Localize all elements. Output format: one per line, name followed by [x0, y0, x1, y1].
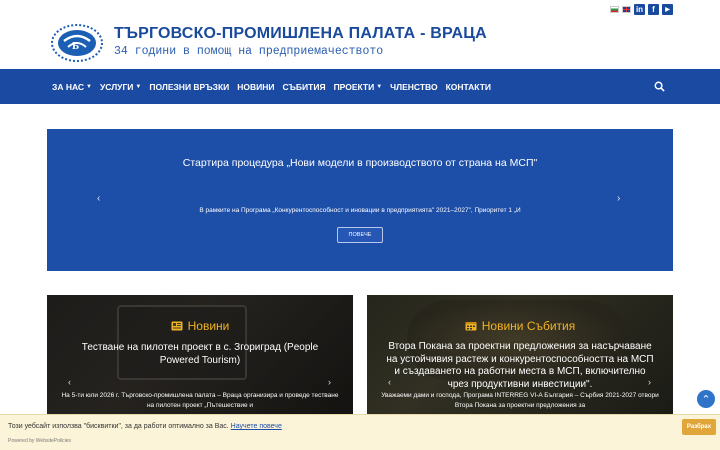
nav-item-membership[interactable]: ЧЛЕНСТВО — [390, 82, 437, 92]
flag-en-icon[interactable] — [622, 6, 631, 13]
nav-item-news[interactable]: НОВИНИ — [237, 82, 274, 92]
nav-item-contacts[interactable]: КОНТАКТИ — [446, 82, 491, 92]
accept-cookies-button[interactable]: Разбрах — [682, 419, 716, 435]
hero-slider: Стартира процедура „Нови модели в произв… — [47, 129, 673, 271]
chevron-left-icon[interactable]: ‹ — [388, 377, 391, 387]
caret-down-icon: ▼ — [86, 83, 92, 90]
site-title[interactable]: ТЪРГОВСКО-ПРОМИШЛЕНА ПАЛАТА - ВРАЦА — [114, 25, 487, 43]
search-icon[interactable] — [654, 81, 665, 92]
youtube-icon[interactable]: ▶ — [662, 4, 673, 15]
chevron-left-icon[interactable]: ‹ — [68, 377, 71, 387]
chevron-left-icon[interactable]: ‹ — [97, 193, 100, 204]
scroll-to-top-icon[interactable]: ⌃ — [697, 390, 715, 408]
card-category-label: Новини — [187, 319, 230, 333]
card-category-label: Новини Събития — [481, 319, 576, 333]
card-text: На 5-ти юли 2026 г. Търговско-промишлена… — [61, 392, 339, 409]
chevron-right-icon[interactable]: › — [328, 377, 331, 387]
nav-item-label: СЪБИТИЯ — [282, 81, 326, 92]
card-title[interactable]: Тестване на пилотен проект в с. Згоригра… — [65, 342, 335, 367]
tpp-logo-icon[interactable]: Б — [50, 23, 104, 63]
card-title[interactable]: Втора Покана за проектни предложения за … — [385, 341, 655, 391]
nav-item-label: ПРОЕКТИ — [333, 81, 375, 92]
nav-item-about[interactable]: ЗА НАС ▼ — [52, 82, 92, 92]
card-text: Уважаеми дами и господа, Програма INTERR… — [381, 392, 659, 409]
caret-down-icon: ▼ — [135, 83, 142, 90]
nav-list: ЗА НАС ▼ УСЛУГИ ▼ ПОЛЕЗНИ ВРЪЗКИ НОВИНИ СЪ… — [52, 69, 499, 104]
cookie-banner: Този уебсайт използва "бисквитки", за да… — [0, 414, 720, 450]
card-category[interactable]: Новини — [47, 319, 353, 333]
learn-more-link[interactable]: Научете повече — [231, 423, 282, 430]
events-card[interactable]: Новини Събития Втора Покана за проектни … — [367, 295, 673, 420]
nav-item-services[interactable]: УСЛУГИ ▼ — [100, 82, 141, 92]
more-button[interactable]: ПОВЕЧЕ — [337, 227, 383, 243]
chevron-right-icon[interactable]: › — [648, 377, 651, 387]
cookie-text: Този уебсайт използва "бисквитки", за да… — [8, 423, 282, 430]
nav-item-label: ЧЛЕНСТВО — [390, 81, 438, 92]
svg-text:Б: Б — [72, 40, 79, 52]
nav-item-useful-links[interactable]: ПОЛЕЗНИ ВРЪЗКИ — [149, 82, 229, 92]
newspaper-icon — [171, 321, 183, 331]
nav-item-projects[interactable]: ПРОЕКТИ ▼ — [334, 82, 383, 92]
nav-item-label: ПОЛЕЗНИ ВРЪЗКИ — [149, 81, 230, 92]
nav-item-label: ЗА НАС — [52, 81, 85, 92]
powered-by[interactable]: Powered by WebsitePolicies — [8, 438, 71, 444]
cookie-message: Този уебсайт използва "бисквитки", за да… — [8, 423, 229, 430]
nav-item-label: НОВИНИ — [237, 81, 275, 92]
news-card[interactable]: Новини Тестване на пилотен проект в с. З… — [47, 295, 353, 420]
nav-item-label: УСЛУГИ — [99, 81, 134, 92]
site-header: Б ТЪРГОВСКО-ПРОМИШЛЕНА ПАЛАТА - ВРАЦА 34… — [0, 0, 720, 68]
linkedin-icon[interactable]: in — [634, 4, 645, 15]
main-nav: ЗА НАС ▼ УСЛУГИ ▼ ПОЛЕЗНИ ВРЪЗКИ НОВИНИ СЪ… — [0, 69, 720, 104]
nav-item-events[interactable]: СЪБИТИЯ — [283, 82, 326, 92]
flag-bg-icon[interactable] — [610, 6, 619, 13]
page: Б ТЪРГОВСКО-ПРОМИШЛЕНА ПАЛАТА - ВРАЦА 34… — [0, 0, 720, 450]
top-icons: in f ▶ — [610, 4, 673, 15]
hero-title[interactable]: Стартира процедура „Нови модели в произв… — [47, 157, 673, 169]
nav-item-label: КОНТАКТИ — [445, 81, 492, 92]
hero-text: В рамките на Програма „Конкурентоспособн… — [199, 207, 521, 214]
chevron-right-icon[interactable]: › — [617, 193, 620, 204]
facebook-icon[interactable]: f — [648, 4, 659, 15]
calendar-icon — [465, 322, 477, 331]
card-category[interactable]: Новини Събития — [367, 319, 673, 333]
site-subtitle: 34 години в помощ на предприемачеството — [114, 45, 384, 58]
caret-down-icon: ▼ — [376, 83, 383, 90]
